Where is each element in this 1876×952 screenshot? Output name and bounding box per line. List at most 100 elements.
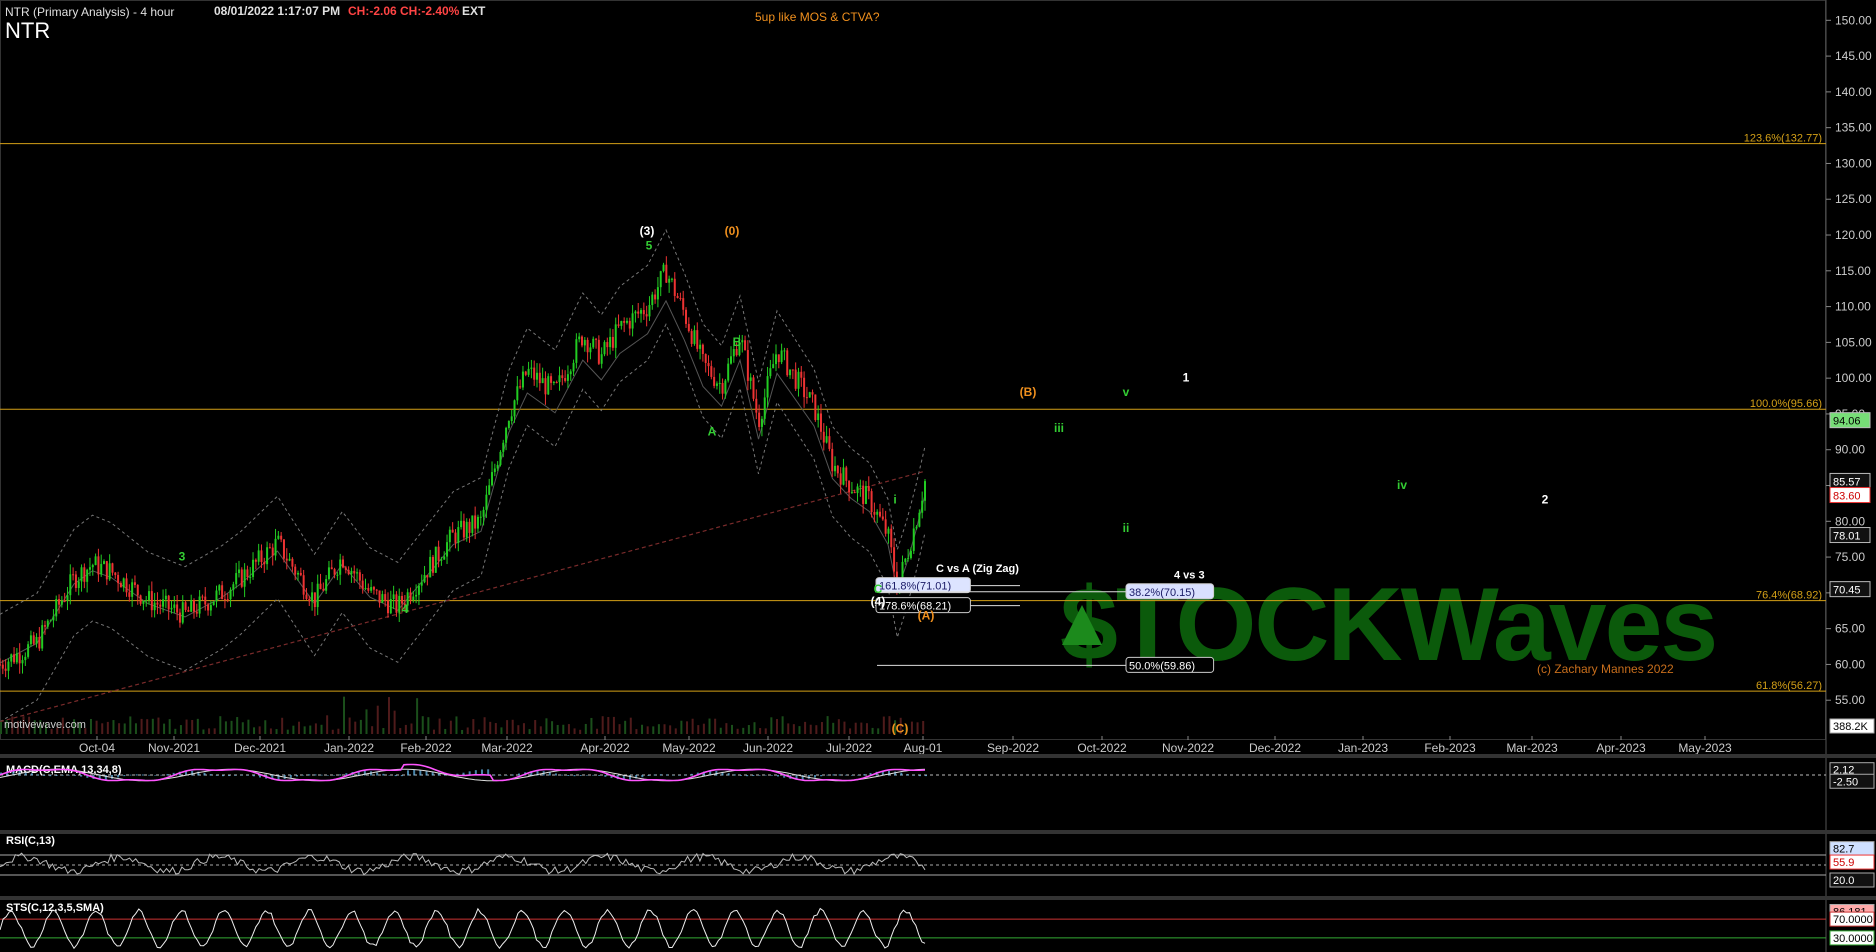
- fib-level-label: 76.4%(68.92): [1756, 590, 1822, 602]
- volume-bar: [230, 720, 233, 734]
- candle-body: [74, 574, 77, 588]
- macd-histogram-bar: [758, 775, 761, 776]
- macd-histogram-bar: [55, 775, 58, 776]
- candle-body: [536, 372, 539, 380]
- macd-histogram-bar: [37, 774, 39, 776]
- volume-bar: [528, 729, 531, 734]
- price-badge-label: 94.06: [1833, 416, 1861, 428]
- candle-body: [789, 369, 792, 376]
- macd-histogram-bar: [394, 775, 397, 777]
- candle-body: [1, 664, 4, 669]
- candle-body: [431, 556, 434, 573]
- candle-body: [600, 354, 603, 364]
- candle-body: [794, 369, 797, 389]
- volume-bar: [382, 728, 385, 734]
- volume-bar: [275, 729, 278, 734]
- candle-body: [862, 485, 865, 504]
- volume-bar: [174, 728, 177, 734]
- price-badge-label: 70.45: [1833, 585, 1861, 597]
- candle-body: [730, 356, 733, 364]
- candle-body: [783, 350, 786, 352]
- volume-bar: [258, 726, 261, 734]
- candle-body: [257, 550, 260, 562]
- macd-histogram-bar: [740, 775, 742, 776]
- candle-body: [443, 556, 446, 560]
- candle-body: [375, 589, 378, 591]
- volume-bar: [686, 721, 689, 734]
- volume-bar: [494, 723, 497, 734]
- candle-body: [426, 574, 429, 578]
- candle-body: [819, 413, 822, 432]
- x-axis-tick-label: Feb-2023: [1424, 741, 1476, 755]
- candle-body: [80, 567, 83, 582]
- candle-body: [803, 377, 806, 398]
- candle-body: [268, 547, 271, 549]
- volume-bar: [416, 698, 419, 734]
- macd-histogram-bar: [598, 775, 601, 776]
- projection-label: 161.8%(71.01): [879, 581, 951, 593]
- candle-body: [451, 529, 454, 533]
- candle-body: [409, 592, 412, 601]
- candle-body: [541, 378, 544, 384]
- candle-body: [294, 566, 297, 575]
- volume-bar: [112, 720, 115, 734]
- macd-histogram-bar: [585, 775, 588, 776]
- volume-bar: [365, 709, 368, 734]
- candle-body: [774, 354, 777, 365]
- volume-bar: [854, 722, 857, 734]
- volume-bar: [477, 729, 480, 734]
- y-axis-tick-label: 110.00: [1835, 300, 1871, 314]
- volume-badge-label: 388.2K: [1833, 721, 1869, 733]
- candle-body: [752, 377, 755, 399]
- macd-histogram-bar: [376, 772, 379, 776]
- candle-body: [114, 572, 117, 575]
- candle-body: [52, 616, 55, 621]
- macd-histogram-bar: [752, 775, 755, 777]
- chart-canvas[interactable]: 55.0060.0065.0070.0075.0080.0085.0090.00…: [0, 0, 1876, 952]
- candle-body: [780, 350, 783, 363]
- candle-body: [645, 314, 648, 317]
- candle-body: [13, 654, 16, 663]
- candle-body: [521, 371, 524, 388]
- candle-body: [423, 574, 426, 583]
- candle-body: [350, 570, 353, 575]
- volume-bar: [224, 721, 227, 734]
- panel-divider: [0, 896, 1876, 900]
- candle-body: [879, 511, 882, 517]
- candle-body: [516, 386, 519, 401]
- candle-body: [839, 473, 842, 485]
- volume-bar: [292, 725, 295, 734]
- candle-body: [842, 467, 845, 485]
- volume-bar: [106, 721, 109, 734]
- x-axis-tick-label: Mar-2023: [1506, 741, 1558, 755]
- macd-histogram-bar: [844, 774, 847, 776]
- macd-histogram-bar: [61, 775, 64, 776]
- candle-body: [260, 550, 263, 563]
- candle-body: [218, 585, 221, 591]
- candle-body: [513, 400, 516, 417]
- candle-body: [527, 368, 530, 375]
- macd-histogram-bar: [234, 775, 237, 776]
- candle-body: [575, 339, 578, 363]
- candle-body: [496, 464, 499, 469]
- candle-body: [192, 600, 195, 612]
- volume-bar: [134, 723, 137, 734]
- candle-body: [825, 436, 828, 443]
- candle-body: [656, 287, 659, 300]
- candle-body: [88, 567, 91, 570]
- volume-bar: [185, 719, 188, 734]
- candle-body: [693, 330, 696, 344]
- candle-body: [271, 547, 274, 556]
- candle-body: [547, 376, 550, 395]
- candle-body: [828, 436, 831, 449]
- candle-body: [237, 569, 240, 574]
- volume-bar: [281, 717, 284, 734]
- x-axis-tick-label: Nov-2022: [1162, 741, 1214, 755]
- candle-body: [836, 465, 839, 474]
- indicator-badge-label: 55.9: [1833, 857, 1854, 869]
- candle-body: [845, 467, 848, 481]
- candle-body: [713, 376, 716, 386]
- source-label: motivewave.com: [4, 719, 86, 731]
- volume-bar: [601, 716, 604, 734]
- macd-histogram-bar: [117, 775, 120, 778]
